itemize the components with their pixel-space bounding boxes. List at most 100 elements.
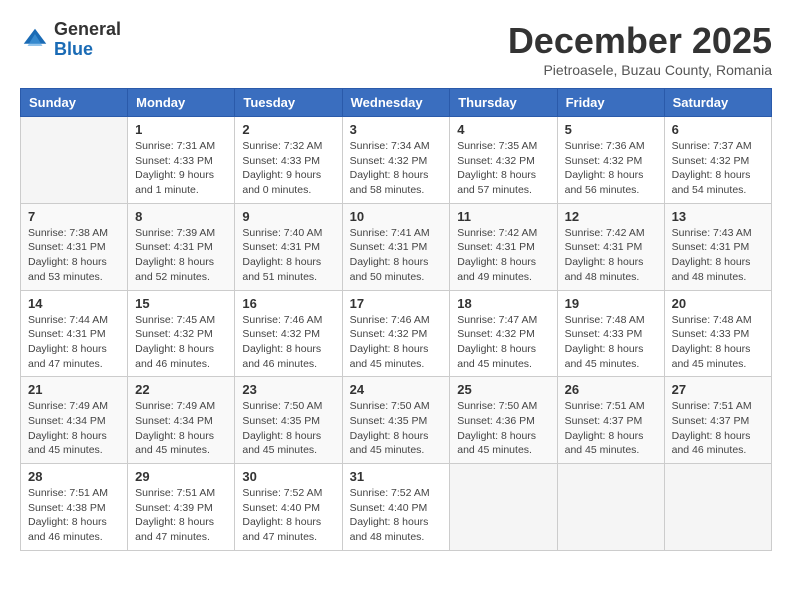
calendar-cell: 14 Sunrise: 7:44 AM Sunset: 4:31 PM Dayli… xyxy=(21,290,128,377)
calendar-cell: 22 Sunrise: 7:49 AM Sunset: 4:34 PM Dayli… xyxy=(128,377,235,464)
day-info: Sunrise: 7:32 AM Sunset: 4:33 PM Dayligh… xyxy=(242,139,334,198)
day-number: 28 xyxy=(28,469,120,484)
day-info: Sunrise: 7:52 AM Sunset: 4:40 PM Dayligh… xyxy=(350,486,443,545)
day-info: Sunrise: 7:31 AM Sunset: 4:33 PM Dayligh… xyxy=(135,139,227,198)
day-info: Sunrise: 7:37 AM Sunset: 4:32 PM Dayligh… xyxy=(672,139,764,198)
day-number: 22 xyxy=(135,382,227,397)
day-number: 5 xyxy=(565,122,657,137)
logo: General Blue xyxy=(20,20,121,60)
day-number: 31 xyxy=(350,469,443,484)
calendar-week-5: 28 Sunrise: 7:51 AM Sunset: 4:38 PM Dayli… xyxy=(21,464,772,551)
day-number: 9 xyxy=(242,209,334,224)
calendar-cell: 6Sunrise: 7:37 AM Sunset: 4:32 PM Daylig… xyxy=(664,117,771,204)
calendar-cell: 16Sunrise: 7:46 AM Sunset: 4:32 PM Dayli… xyxy=(235,290,342,377)
day-info: Sunrise: 7:52 AM Sunset: 4:40 PM Dayligh… xyxy=(242,486,334,545)
title-block: December 2025 Pietroasele, Buzau County,… xyxy=(508,20,772,78)
month-title: December 2025 xyxy=(508,20,772,62)
day-number: 12 xyxy=(565,209,657,224)
day-info: Sunrise: 7:45 AM Sunset: 4:32 PM Dayligh… xyxy=(135,313,227,372)
location-title: Pietroasele, Buzau County, Romania xyxy=(508,62,772,78)
calendar-cell: 7Sunrise: 7:38 AM Sunset: 4:31 PM Daylig… xyxy=(21,203,128,290)
calendar-cell: 15 Sunrise: 7:45 AM Sunset: 4:32 PM Dayli… xyxy=(128,290,235,377)
calendar-cell: 20 Sunrise: 7:48 AM Sunset: 4:33 PM Dayli… xyxy=(664,290,771,377)
day-info: Sunrise: 7:36 AM Sunset: 4:32 PM Dayligh… xyxy=(565,139,657,198)
day-number: 27 xyxy=(672,382,764,397)
calendar-cell: 8 Sunrise: 7:39 AM Sunset: 4:31 PM Daylig… xyxy=(128,203,235,290)
day-info: Sunrise: 7:50 AM Sunset: 4:35 PM Dayligh… xyxy=(350,399,443,458)
day-number: 15 xyxy=(135,296,227,311)
day-info: Sunrise: 7:42 AM Sunset: 4:31 PM Dayligh… xyxy=(457,226,549,285)
day-info: Sunrise: 7:38 AM Sunset: 4:31 PM Dayligh… xyxy=(28,226,120,285)
calendar-cell: 29 Sunrise: 7:51 AM Sunset: 4:39 PM Dayli… xyxy=(128,464,235,551)
day-info: Sunrise: 7:35 AM Sunset: 4:32 PM Dayligh… xyxy=(457,139,549,198)
day-info: Sunrise: 7:48 AM Sunset: 4:33 PM Dayligh… xyxy=(672,313,764,372)
calendar-cell: 4Sunrise: 7:35 AM Sunset: 4:32 PM Daylig… xyxy=(450,117,557,204)
day-number: 2 xyxy=(242,122,334,137)
logo-general-text: General xyxy=(54,19,121,39)
day-number: 19 xyxy=(565,296,657,311)
calendar-cell: 26 Sunrise: 7:51 AM Sunset: 4:37 PM Dayli… xyxy=(557,377,664,464)
day-number: 25 xyxy=(457,382,549,397)
calendar-cell: 9Sunrise: 7:40 AM Sunset: 4:31 PM Daylig… xyxy=(235,203,342,290)
calendar-table: SundayMondayTuesdayWednesdayThursdayFrid… xyxy=(20,88,772,551)
day-number: 14 xyxy=(28,296,120,311)
day-number: 23 xyxy=(242,382,334,397)
day-info: Sunrise: 7:42 AM Sunset: 4:31 PM Dayligh… xyxy=(565,226,657,285)
calendar-cell: 31 Sunrise: 7:52 AM Sunset: 4:40 PM Dayli… xyxy=(342,464,450,551)
calendar-cell: 3 Sunrise: 7:34 AM Sunset: 4:32 PM Daylig… xyxy=(342,117,450,204)
day-info: Sunrise: 7:46 AM Sunset: 4:32 PM Dayligh… xyxy=(242,313,334,372)
calendar-cell: 18 Sunrise: 7:47 AM Sunset: 4:32 PM Dayli… xyxy=(450,290,557,377)
day-info: Sunrise: 7:51 AM Sunset: 4:38 PM Dayligh… xyxy=(28,486,120,545)
day-info: Sunrise: 7:50 AM Sunset: 4:36 PM Dayligh… xyxy=(457,399,549,458)
day-header-saturday: Saturday xyxy=(664,89,771,117)
day-number: 3 xyxy=(350,122,443,137)
day-number: 13 xyxy=(672,209,764,224)
calendar-week-2: 7Sunrise: 7:38 AM Sunset: 4:31 PM Daylig… xyxy=(21,203,772,290)
day-number: 18 xyxy=(457,296,549,311)
calendar-cell: 5 Sunrise: 7:36 AM Sunset: 4:32 PM Daylig… xyxy=(557,117,664,204)
calendar-cell: 21Sunrise: 7:49 AM Sunset: 4:34 PM Dayli… xyxy=(21,377,128,464)
day-number: 29 xyxy=(135,469,227,484)
calendar-cell: 19 Sunrise: 7:48 AM Sunset: 4:33 PM Dayli… xyxy=(557,290,664,377)
day-number: 20 xyxy=(672,296,764,311)
day-info: Sunrise: 7:48 AM Sunset: 4:33 PM Dayligh… xyxy=(565,313,657,372)
day-number: 8 xyxy=(135,209,227,224)
day-info: Sunrise: 7:49 AM Sunset: 4:34 PM Dayligh… xyxy=(28,399,120,458)
logo-blue-text: Blue xyxy=(54,39,93,59)
calendar-cell: 2 Sunrise: 7:32 AM Sunset: 4:33 PM Daylig… xyxy=(235,117,342,204)
calendar-cell: 1Sunrise: 7:31 AM Sunset: 4:33 PM Daylig… xyxy=(128,117,235,204)
day-info: Sunrise: 7:51 AM Sunset: 4:37 PM Dayligh… xyxy=(672,399,764,458)
day-info: Sunrise: 7:39 AM Sunset: 4:31 PM Dayligh… xyxy=(135,226,227,285)
day-number: 30 xyxy=(242,469,334,484)
day-header-thursday: Thursday xyxy=(450,89,557,117)
calendar-cell: 11Sunrise: 7:42 AM Sunset: 4:31 PM Dayli… xyxy=(450,203,557,290)
calendar-cell: 24Sunrise: 7:50 AM Sunset: 4:35 PM Dayli… xyxy=(342,377,450,464)
day-info: Sunrise: 7:43 AM Sunset: 4:31 PM Dayligh… xyxy=(672,226,764,285)
day-info: Sunrise: 7:51 AM Sunset: 4:37 PM Dayligh… xyxy=(565,399,657,458)
calendar-week-1: 1Sunrise: 7:31 AM Sunset: 4:33 PM Daylig… xyxy=(21,117,772,204)
day-header-sunday: Sunday xyxy=(21,89,128,117)
day-info: Sunrise: 7:46 AM Sunset: 4:32 PM Dayligh… xyxy=(350,313,443,372)
day-number: 10 xyxy=(350,209,443,224)
calendar-cell: 10Sunrise: 7:41 AM Sunset: 4:31 PM Dayli… xyxy=(342,203,450,290)
day-info: Sunrise: 7:49 AM Sunset: 4:34 PM Dayligh… xyxy=(135,399,227,458)
day-info: Sunrise: 7:34 AM Sunset: 4:32 PM Dayligh… xyxy=(350,139,443,198)
day-number: 26 xyxy=(565,382,657,397)
logo-icon xyxy=(20,25,50,55)
calendar-week-4: 21Sunrise: 7:49 AM Sunset: 4:34 PM Dayli… xyxy=(21,377,772,464)
day-info: Sunrise: 7:47 AM Sunset: 4:32 PM Dayligh… xyxy=(457,313,549,372)
day-info: Sunrise: 7:44 AM Sunset: 4:31 PM Dayligh… xyxy=(28,313,120,372)
calendar-cell: 17Sunrise: 7:46 AM Sunset: 4:32 PM Dayli… xyxy=(342,290,450,377)
calendar-cell: 30 Sunrise: 7:52 AM Sunset: 4:40 PM Dayli… xyxy=(235,464,342,551)
calendar-cell: 23Sunrise: 7:50 AM Sunset: 4:35 PM Dayli… xyxy=(235,377,342,464)
calendar-cell: 25 Sunrise: 7:50 AM Sunset: 4:36 PM Dayli… xyxy=(450,377,557,464)
calendar-week-3: 14 Sunrise: 7:44 AM Sunset: 4:31 PM Dayli… xyxy=(21,290,772,377)
calendar-cell: 27 Sunrise: 7:51 AM Sunset: 4:37 PM Dayli… xyxy=(664,377,771,464)
calendar-cell xyxy=(557,464,664,551)
calendar-cell: 12 Sunrise: 7:42 AM Sunset: 4:31 PM Dayli… xyxy=(557,203,664,290)
calendar-cell xyxy=(450,464,557,551)
day-header-monday: Monday xyxy=(128,89,235,117)
calendar-cell: 13 Sunrise: 7:43 AM Sunset: 4:31 PM Dayli… xyxy=(664,203,771,290)
day-header-wednesday: Wednesday xyxy=(342,89,450,117)
day-info: Sunrise: 7:51 AM Sunset: 4:39 PM Dayligh… xyxy=(135,486,227,545)
